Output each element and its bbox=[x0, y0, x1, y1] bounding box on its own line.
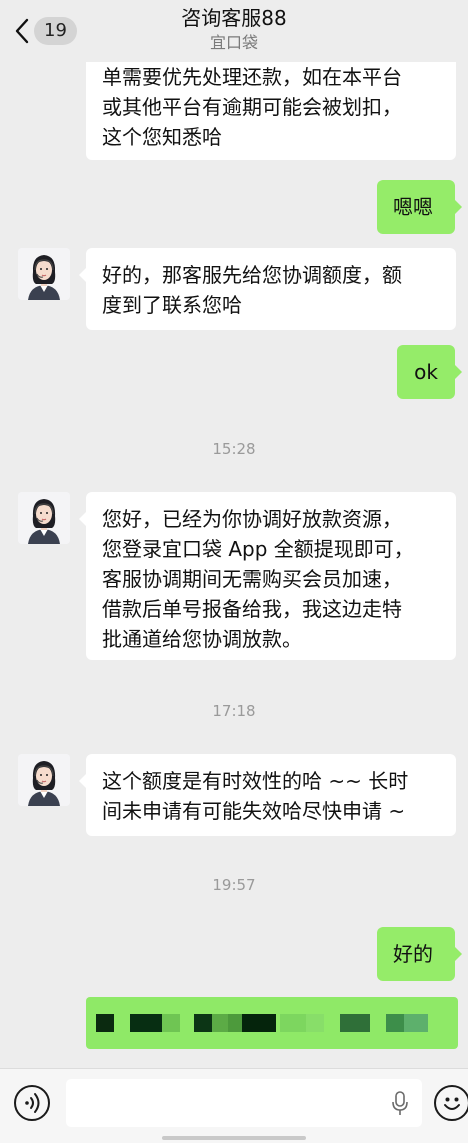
agent-avatar[interactable] bbox=[18, 754, 70, 806]
redacted-block bbox=[130, 1014, 162, 1032]
redacted-block bbox=[280, 1014, 306, 1032]
redacted-block bbox=[194, 1014, 212, 1032]
message-bubble-me[interactable]: 嗯嗯 bbox=[377, 180, 462, 234]
emoji-icon bbox=[436, 1087, 468, 1123]
agent-avatar[interactable] bbox=[18, 248, 70, 300]
chat-message-list[interactable]: 单需要优先处理还款，如在本平台 或其他平台有逾期可能会被划扣， 这个您知悉哈 嗯… bbox=[0, 0, 468, 1068]
redacted-block bbox=[162, 1014, 180, 1032]
redacted-block bbox=[386, 1014, 404, 1032]
message-bubble-agent[interactable]: 这个额度是有时效性的哈 ~~ 长时 间未申请有可能失效哈尽快申请 ~ bbox=[79, 754, 456, 836]
voice-icon bbox=[16, 1087, 48, 1123]
chat-title: 咨询客服88 bbox=[181, 6, 287, 30]
chat-header: 19 咨询客服88 宜口袋 bbox=[0, 0, 468, 62]
timestamp: 17:18 bbox=[212, 702, 256, 720]
redacted-block bbox=[306, 1014, 324, 1032]
redacted-block bbox=[404, 1014, 428, 1032]
message-bubble-me[interactable]: 好的 bbox=[377, 927, 462, 981]
home-indicator bbox=[162, 1136, 306, 1140]
timestamp: 19:57 bbox=[212, 876, 256, 894]
redacted-block bbox=[212, 1014, 228, 1032]
message-bubble-agent[interactable]: 好的，那客服先给您协调额度，额 度到了联系您哈 bbox=[79, 248, 456, 330]
message-bubble-agent[interactable]: 单需要优先处理还款，如在本平台 或其他平台有逾期可能会被划扣， 这个您知悉哈 bbox=[86, 50, 456, 160]
timestamp: 15:28 bbox=[212, 440, 256, 458]
message-bubble-me[interactable]: ok bbox=[397, 345, 462, 399]
redacted-block bbox=[96, 1014, 114, 1032]
microphone-icon[interactable] bbox=[392, 1091, 408, 1121]
chat-subtitle: 宜口袋 bbox=[209, 33, 258, 52]
redacted-message-bubble[interactable] bbox=[86, 997, 458, 1049]
message-input[interactable] bbox=[66, 1079, 422, 1127]
message-bubble-agent[interactable]: 您好，已经为你协调好放款资源， 您登录宜口袋 App 全额提现即可， 客服协调期… bbox=[79, 492, 456, 660]
voice-toggle-button[interactable] bbox=[14, 1085, 50, 1121]
redacted-block bbox=[242, 1014, 276, 1032]
input-bar bbox=[0, 1068, 468, 1143]
emoji-button[interactable] bbox=[434, 1085, 468, 1121]
agent-avatar[interactable] bbox=[18, 492, 70, 544]
redacted-block bbox=[340, 1014, 370, 1032]
redacted-block bbox=[228, 1014, 242, 1032]
